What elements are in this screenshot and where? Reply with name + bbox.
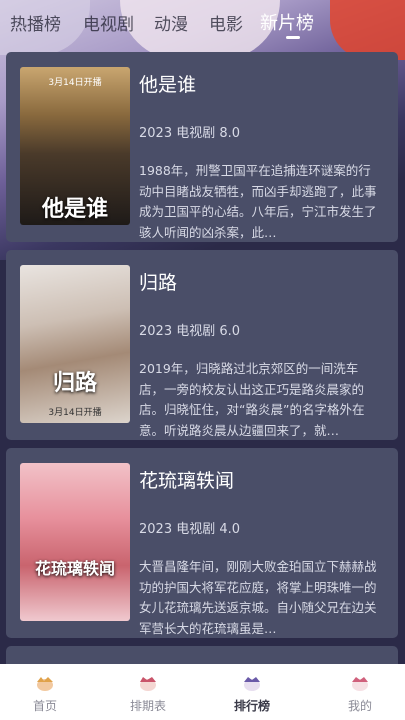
item-meta: 2023 电视剧 6.0 xyxy=(139,324,241,339)
item-title: 归路 xyxy=(139,272,178,294)
tab-new[interactable]: 新片榜 xyxy=(260,9,314,35)
tab-hot[interactable]: 热播榜 xyxy=(10,10,61,35)
schedule-icon xyxy=(140,677,156,691)
item-description: 1988年，刑警卫国平在追捕连环谜案的行动中目睹战友牺牲，而凶手却逃跑了，此事成… xyxy=(139,163,377,240)
poster-date: 3月14日开播 xyxy=(48,78,102,88)
nav-profile[interactable]: 我的 xyxy=(315,664,405,720)
poster-title: 他是谁 xyxy=(41,197,108,222)
nav-schedule[interactable]: 排期表 xyxy=(103,664,193,720)
item-meta: 2023 电视剧 4.0 xyxy=(139,522,241,537)
item-meta: 2023 电视剧 8.0 xyxy=(139,126,241,141)
tab-tv[interactable]: 电视剧 xyxy=(83,10,134,35)
tab-anime[interactable]: 动漫 xyxy=(154,10,188,35)
tab-movie[interactable]: 电影 xyxy=(209,10,243,35)
nav-label: 首页 xyxy=(32,699,57,713)
nav-label: 排行榜 xyxy=(233,699,270,713)
nav-label: 排期表 xyxy=(129,699,166,713)
bottom-navigation: 首页 排期表 排行榜 我的 xyxy=(0,664,405,720)
item-description: 大晋昌隆年间，刚刚大败金珀国立下赫赫战功的护国大将军花应庭，将掌上明珠唯一的女儿… xyxy=(139,559,377,636)
poster: 花琉璃轶闻 xyxy=(20,463,130,621)
category-tabs: 热播榜 电视剧 动漫 电影 新片榜 xyxy=(0,0,405,44)
nav-label: 我的 xyxy=(347,699,372,713)
poster: 归路 3月14日开播 xyxy=(20,265,130,423)
poster-title: 花琉璃轶闻 xyxy=(34,559,115,578)
poster: 3月14日开播 他是谁 xyxy=(20,67,130,225)
list-item[interactable]: 3月14日开播 他是谁 他是谁 2023 电视剧 8.0 1988年，刑警卫国平… xyxy=(6,52,398,242)
home-icon xyxy=(37,677,53,691)
nav-home[interactable]: 首页 xyxy=(0,664,90,720)
tab-indicator xyxy=(286,36,300,39)
list-item[interactable]: 归路 3月14日开播 归路 2023 电视剧 6.0 2019年，归晓路过北京郊… xyxy=(6,250,398,440)
nav-ranking[interactable]: 排行榜 xyxy=(207,664,297,720)
item-title: 他是谁 xyxy=(139,74,197,96)
poster-title: 归路 xyxy=(52,371,97,396)
profile-icon xyxy=(352,677,368,691)
item-description: 2019年，归晓路过北京郊区的一间洗车店，一旁的校友认出这正巧是路炎晨家的店。归… xyxy=(139,361,365,438)
item-title: 花琉璃轶闻 xyxy=(139,470,235,492)
ranking-icon xyxy=(244,677,260,691)
list-item[interactable]: 花琉璃轶闻 花琉璃轶闻 2023 电视剧 4.0 大晋昌隆年间，刚刚大败金珀国立… xyxy=(6,448,398,638)
poster-date: 3月14日开播 xyxy=(48,408,102,418)
